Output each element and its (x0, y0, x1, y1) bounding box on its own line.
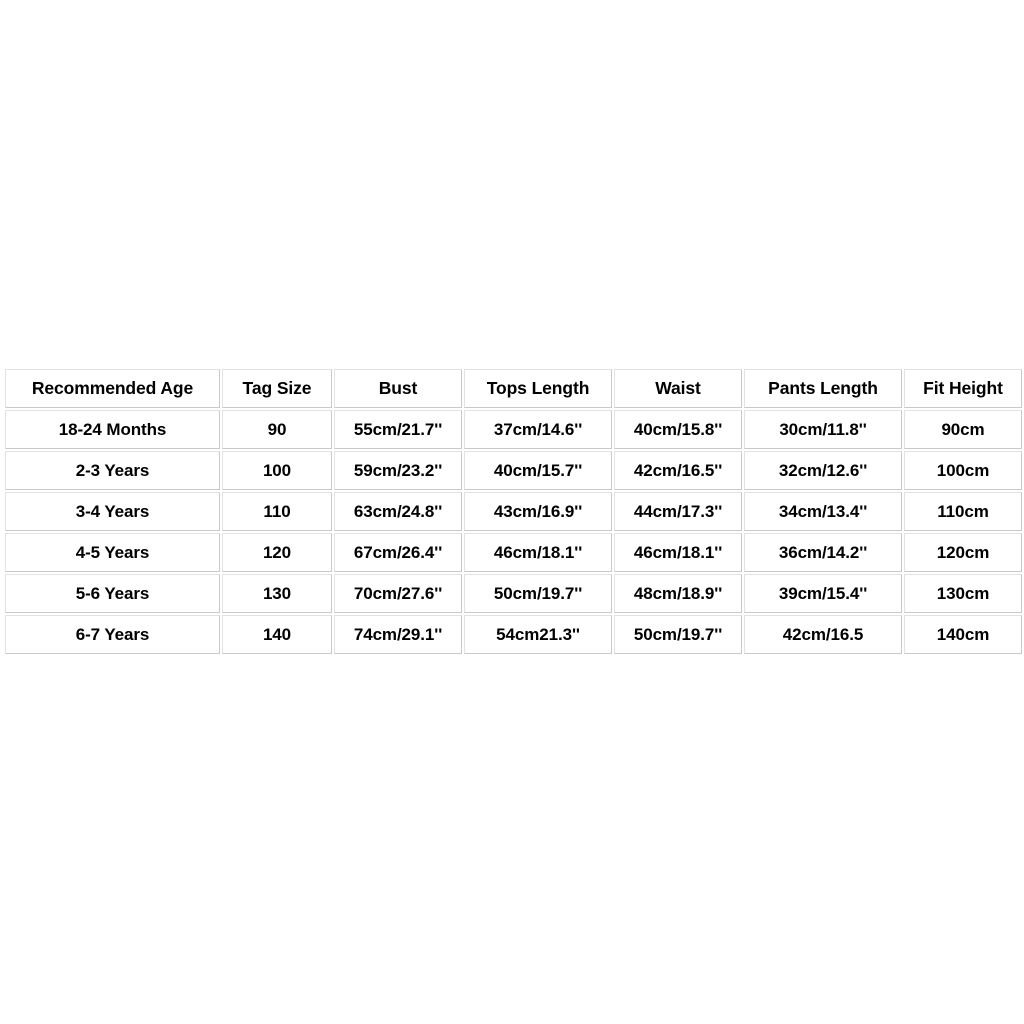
column-header-recommended-age: Recommended Age (5, 369, 220, 408)
cell-tops-length: 54cm21.3'' (464, 615, 612, 654)
table-row: 3-4 Years 110 63cm/24.8'' 43cm/16.9'' 44… (5, 492, 1022, 531)
cell-fit-height: 100cm (904, 451, 1022, 490)
cell-fit-height: 110cm (904, 492, 1022, 531)
size-chart-header: Recommended Age Tag Size Bust Tops Lengt… (5, 369, 1022, 408)
cell-tag-size: 110 (222, 492, 332, 531)
column-header-pants-length: Pants Length (744, 369, 902, 408)
size-chart-table: Recommended Age Tag Size Bust Tops Lengt… (3, 367, 1024, 656)
cell-tag-size: 90 (222, 410, 332, 449)
column-header-bust: Bust (334, 369, 462, 408)
cell-tops-length: 43cm/16.9'' (464, 492, 612, 531)
cell-tops-length: 37cm/14.6'' (464, 410, 612, 449)
cell-bust: 74cm/29.1'' (334, 615, 462, 654)
cell-fit-height: 130cm (904, 574, 1022, 613)
table-row: 6-7 Years 140 74cm/29.1'' 54cm21.3'' 50c… (5, 615, 1022, 654)
cell-waist: 46cm/18.1'' (614, 533, 742, 572)
cell-waist: 42cm/16.5'' (614, 451, 742, 490)
size-chart-container: Recommended Age Tag Size Bust Tops Lengt… (3, 367, 1024, 656)
column-header-fit-height: Fit Height (904, 369, 1022, 408)
table-row: 4-5 Years 120 67cm/26.4'' 46cm/18.1'' 46… (5, 533, 1022, 572)
size-chart-body: 18-24 Months 90 55cm/21.7'' 37cm/14.6'' … (5, 410, 1022, 654)
cell-tag-size: 120 (222, 533, 332, 572)
cell-tag-size: 130 (222, 574, 332, 613)
column-header-waist: Waist (614, 369, 742, 408)
cell-tag-size: 100 (222, 451, 332, 490)
cell-waist: 48cm/18.9'' (614, 574, 742, 613)
cell-pants-length: 42cm/16.5 (744, 615, 902, 654)
cell-tops-length: 40cm/15.7'' (464, 451, 612, 490)
cell-pants-length: 32cm/12.6'' (744, 451, 902, 490)
cell-pants-length: 39cm/15.4'' (744, 574, 902, 613)
cell-recommended-age: 3-4 Years (5, 492, 220, 531)
cell-recommended-age: 4-5 Years (5, 533, 220, 572)
cell-fit-height: 120cm (904, 533, 1022, 572)
cell-waist: 44cm/17.3'' (614, 492, 742, 531)
cell-bust: 70cm/27.6'' (334, 574, 462, 613)
cell-tag-size: 140 (222, 615, 332, 654)
cell-fit-height: 90cm (904, 410, 1022, 449)
column-header-tag-size: Tag Size (222, 369, 332, 408)
table-header-row: Recommended Age Tag Size Bust Tops Lengt… (5, 369, 1022, 408)
cell-recommended-age: 5-6 Years (5, 574, 220, 613)
cell-recommended-age: 6-7 Years (5, 615, 220, 654)
page-root: Recommended Age Tag Size Bust Tops Lengt… (0, 0, 1024, 1024)
cell-tops-length: 50cm/19.7'' (464, 574, 612, 613)
cell-waist: 40cm/15.8'' (614, 410, 742, 449)
cell-bust: 67cm/26.4'' (334, 533, 462, 572)
cell-pants-length: 36cm/14.2'' (744, 533, 902, 572)
cell-fit-height: 140cm (904, 615, 1022, 654)
cell-recommended-age: 2-3 Years (5, 451, 220, 490)
cell-waist: 50cm/19.7'' (614, 615, 742, 654)
cell-bust: 55cm/21.7'' (334, 410, 462, 449)
table-row: 2-3 Years 100 59cm/23.2'' 40cm/15.7'' 42… (5, 451, 1022, 490)
column-header-tops-length: Tops Length (464, 369, 612, 408)
cell-pants-length: 30cm/11.8'' (744, 410, 902, 449)
cell-pants-length: 34cm/13.4'' (744, 492, 902, 531)
table-row: 18-24 Months 90 55cm/21.7'' 37cm/14.6'' … (5, 410, 1022, 449)
cell-tops-length: 46cm/18.1'' (464, 533, 612, 572)
table-row: 5-6 Years 130 70cm/27.6'' 50cm/19.7'' 48… (5, 574, 1022, 613)
cell-recommended-age: 18-24 Months (5, 410, 220, 449)
cell-bust: 63cm/24.8'' (334, 492, 462, 531)
cell-bust: 59cm/23.2'' (334, 451, 462, 490)
